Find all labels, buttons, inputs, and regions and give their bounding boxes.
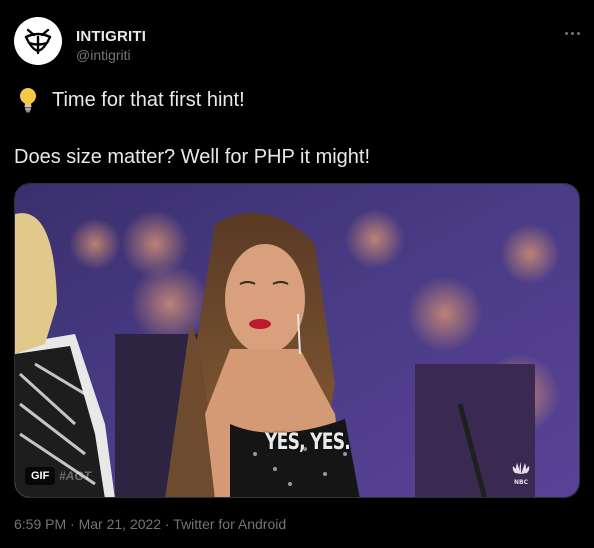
avatar[interactable] (14, 17, 62, 65)
tweet-text-line-1: Time for that first hint! (52, 89, 245, 111)
user-handle[interactable]: @intigriti (76, 47, 131, 63)
light-bulb-icon (20, 88, 36, 113)
tweet-text-line-2: Does size matter? Well for PHP it might! (14, 146, 371, 168)
show-watermark: #AGT (59, 469, 92, 483)
gif-badge: GIF (25, 467, 56, 485)
gif-caption: YES, YES. (265, 430, 351, 455)
network-label: NBC (514, 479, 529, 486)
tweet-time[interactable]: 6:59 PM (14, 516, 66, 532)
tweet-source[interactable]: Twitter for Android (173, 516, 286, 532)
meta-separator: · (70, 516, 75, 532)
intigriti-bee-logo-icon (24, 28, 52, 55)
display-name[interactable]: INTIGRITI (76, 28, 146, 45)
nbc-peacock-icon: NBC (512, 462, 530, 486)
more-dots-icon[interactable] (560, 24, 584, 42)
tweet-date[interactable]: Mar 21, 2022 (79, 516, 162, 532)
tweet-metadata: 6:59 PM · Mar 21, 2022 · Twitter for And… (14, 516, 286, 532)
gif-media[interactable]: YES, YES. GIF #AGT NBC (14, 183, 580, 498)
tweet-card[interactable]: INTIGRITI @intigriti Time for that first… (0, 0, 594, 548)
meta-separator: · (164, 516, 170, 532)
